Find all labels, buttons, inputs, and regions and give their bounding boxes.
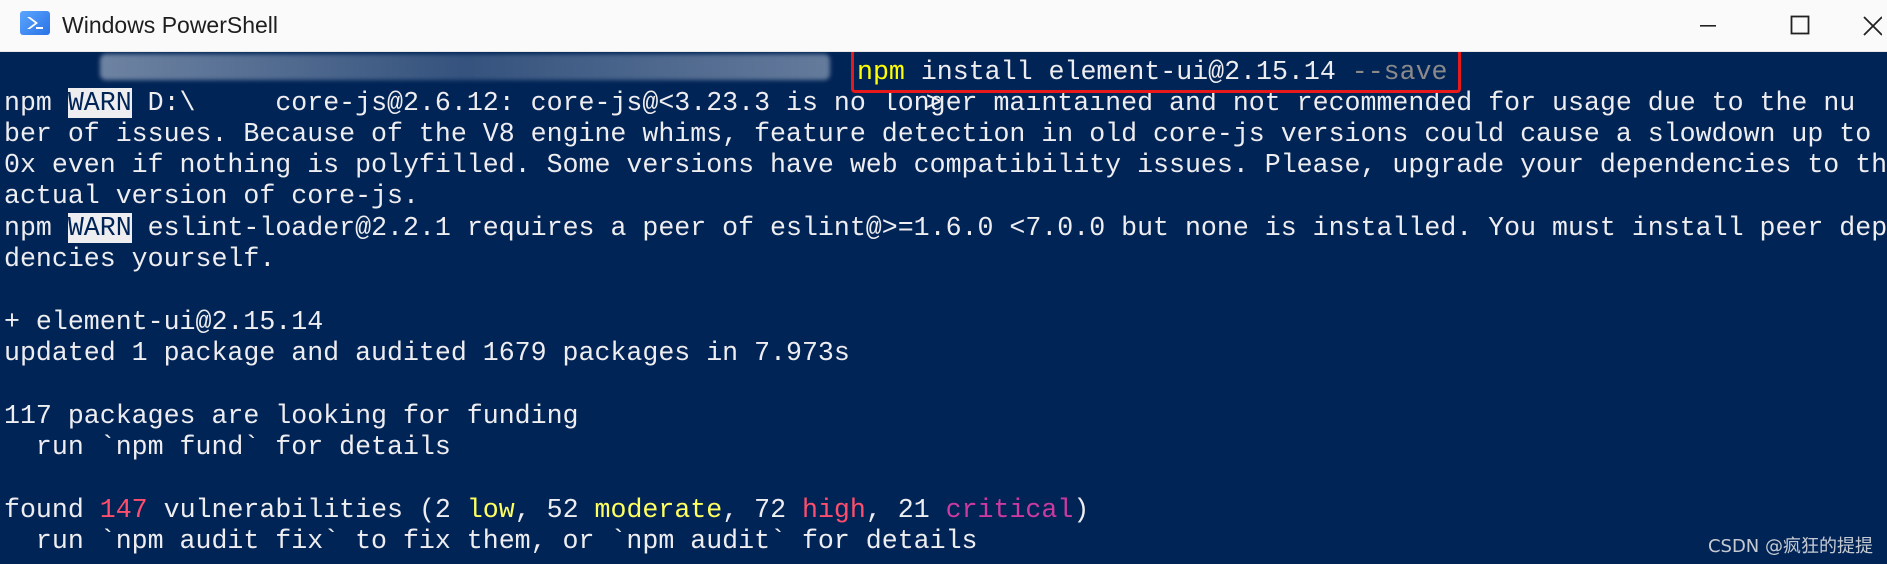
warn-prefix: npm [4, 213, 68, 243]
funding-hint-line: run `npm fund` for details [4, 432, 451, 462]
maximize-button[interactable] [1770, 7, 1830, 43]
vuln-high: high [802, 495, 866, 525]
window-title: Windows PowerShell [62, 12, 279, 38]
warn-line-1-cont-3: actual version of core-js. [4, 181, 419, 211]
vulnerabilities-line: found 147 vulnerabilities (2 low, 52 mod… [4, 495, 1089, 526]
warn-line-1-cont-1: ber of issues. Because of the V8 engine … [4, 119, 1887, 149]
warn-line-2-cont: dencies yourself. [4, 244, 276, 274]
vuln-prefix: found [4, 495, 100, 525]
vuln-suffix: ) [1073, 495, 1090, 525]
audit-hint-line: run `npm audit fix` to fix them, or `npm… [4, 526, 978, 556]
vuln-low: low [466, 495, 515, 525]
command-highlight-box [851, 52, 1461, 93]
vuln-sep: , 72 [722, 495, 802, 525]
warn-line-1-cont-2: 0x even if nothing is polyfilled. Some v… [4, 150, 1887, 180]
powershell-window: Windows PowerShell PS D:\ > npm install … [0, 0, 1887, 564]
close-icon [1863, 16, 1882, 36]
powershell-icon [20, 11, 50, 35]
vuln-moderate: moderate [594, 495, 723, 525]
warn-text: eslint-loader@2.2.1 requires a peer of e… [131, 213, 1887, 243]
maximize-icon [1790, 15, 1810, 35]
warn-prefix: npm [4, 88, 68, 118]
vuln-critical: critical [945, 495, 1074, 525]
vuln-sep: , 21 [865, 495, 946, 525]
vuln-mid: vulnerabilities (2 [147, 495, 467, 525]
warn-line-2: npm WARN eslint-loader@2.2.1 requires a … [4, 213, 1887, 244]
console-output[interactable]: PS D:\ > npm install element-ui@2.15.14 … [0, 52, 1887, 564]
close-button[interactable] [1858, 7, 1887, 43]
minimize-button[interactable] [1678, 7, 1738, 43]
updated-line: updated 1 package and audited 1679 packa… [4, 338, 850, 368]
warn-label: WARN [67, 213, 132, 243]
redacted-path [100, 54, 830, 80]
minimize-icon [1700, 25, 1716, 27]
funding-line: 117 packages are looking for funding [4, 401, 579, 431]
watermark: CSDN @疯狂的提提 [1707, 536, 1873, 557]
warn-label: WARN [67, 88, 132, 118]
vuln-sep: , 52 [514, 495, 595, 525]
vuln-count: 147 [99, 495, 148, 525]
title-bar[interactable]: Windows PowerShell [0, 0, 1887, 52]
added-line: + element-ui@2.15.14 [4, 307, 324, 337]
